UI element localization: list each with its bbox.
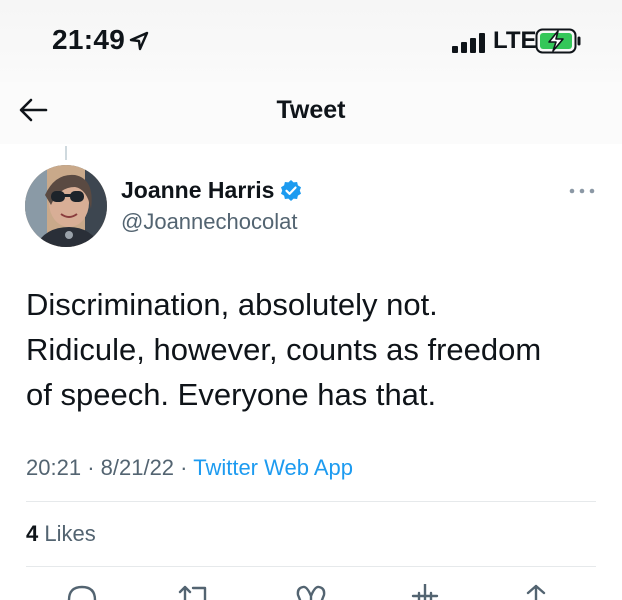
divider bbox=[26, 566, 596, 567]
avatar[interactable] bbox=[25, 165, 107, 247]
tweet-text-line: of speech. Everyone has that. bbox=[26, 377, 437, 412]
more-options-icon[interactable] bbox=[569, 187, 595, 195]
meta-separator: · bbox=[87, 455, 95, 480]
page-title: Tweet bbox=[276, 96, 346, 124]
location-arrow-icon bbox=[129, 31, 149, 51]
tweet-date: 8/21/22 bbox=[100, 455, 175, 480]
tweet-text: Discrimination, absolutely not. Ridicule… bbox=[26, 282, 606, 417]
signal-bars-icon bbox=[452, 33, 485, 53]
tweet-meta: 20:21 · 8/21/22 · Twitter Web App bbox=[26, 455, 353, 481]
thread-line bbox=[65, 146, 67, 160]
share-icon[interactable] bbox=[410, 584, 440, 600]
likes-stat[interactable]: 4 Likes bbox=[26, 521, 96, 547]
network-type: LTE bbox=[493, 27, 537, 54]
author-handle[interactable]: @Joannechocolat bbox=[121, 209, 297, 235]
reply-icon[interactable] bbox=[66, 584, 98, 600]
tweet-text-line: Discrimination, absolutely not. bbox=[26, 287, 438, 322]
tweet-source-link[interactable]: Twitter Web App bbox=[193, 455, 353, 480]
avatar-image bbox=[25, 165, 107, 247]
likes-label: Likes bbox=[44, 521, 96, 546]
verified-badge-icon bbox=[281, 180, 301, 201]
tweet-text-line: Ridicule, however, counts as freedom bbox=[26, 332, 542, 367]
upload-icon[interactable] bbox=[523, 584, 549, 600]
retweet-icon[interactable] bbox=[177, 584, 211, 600]
tweet-time: 20:21 bbox=[26, 455, 82, 480]
likes-count: 4 bbox=[26, 521, 39, 546]
meta-separator: · bbox=[180, 455, 188, 480]
author-display-name[interactable]: Joanne Harris bbox=[121, 177, 274, 204]
status-time: 21:49 bbox=[52, 24, 126, 55]
like-icon[interactable] bbox=[295, 584, 327, 600]
divider bbox=[26, 501, 596, 502]
battery-charging-icon bbox=[535, 28, 581, 54]
